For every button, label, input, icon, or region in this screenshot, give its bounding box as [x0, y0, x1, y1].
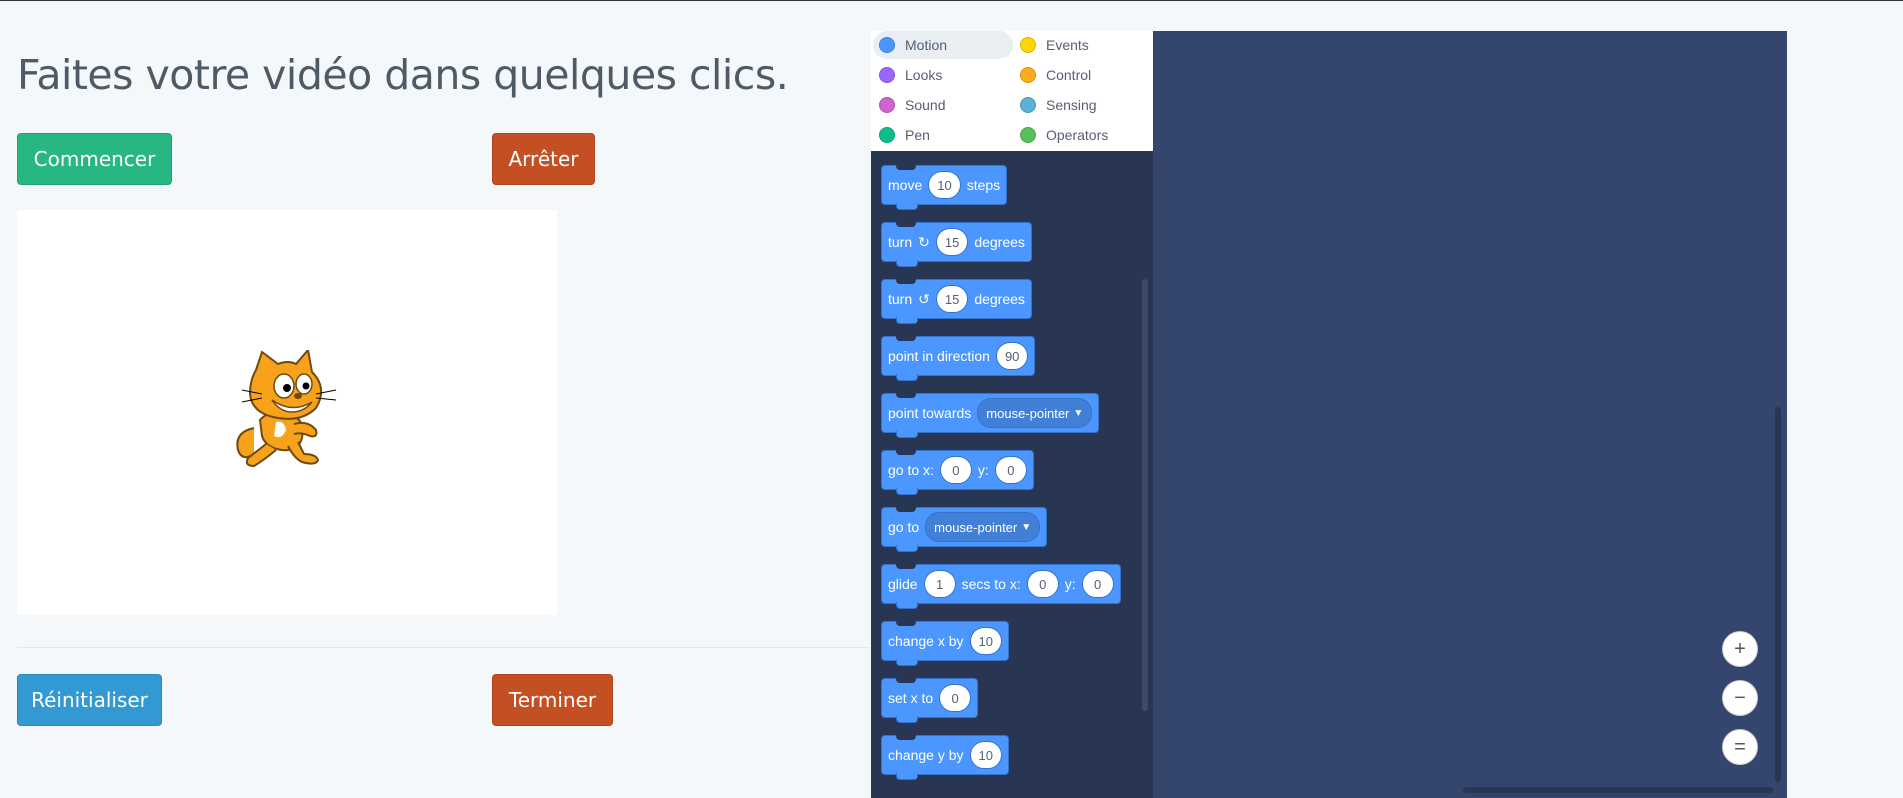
y-input[interactable]: 0 [994, 456, 1027, 484]
block-text: set x to [888, 690, 934, 706]
dropdown-value: mouse-pointer [986, 405, 1070, 421]
block-text: go to x: [888, 462, 934, 478]
block-text: change x by [888, 633, 964, 649]
palette-scrollbar[interactable] [1142, 279, 1148, 711]
direction-input[interactable]: 90 [995, 342, 1029, 370]
reset-button[interactable]: Réinitialiser [17, 674, 162, 726]
block-glide[interactable]: glide 1 secs to x: 0 y: 0 [881, 564, 1121, 609]
category-label: Looks [905, 67, 943, 83]
sound-dot-icon [879, 97, 895, 113]
zoom-out-icon[interactable]: − [1722, 680, 1758, 716]
block-goto-xy[interactable]: go to x: 0 y: 0 [881, 450, 1034, 495]
category-label: Pen [905, 127, 930, 143]
block-text: secs to x: [961, 576, 1021, 592]
block-turn-right[interactable]: turn ↻ 15 degrees [881, 222, 1032, 267]
scratch-editor: Motion Events Looks Control Sound Sensin… [871, 31, 1787, 798]
category-label: Sensing [1046, 97, 1097, 113]
block-text: move [888, 177, 923, 193]
block-set-x[interactable]: set x to 0 [881, 678, 979, 723]
block-point-direction[interactable]: point in direction 90 [881, 336, 1036, 381]
stop-button[interactable]: Arrêter [492, 133, 595, 185]
block-text: change y by [888, 747, 964, 763]
x-change-input[interactable]: 10 [969, 627, 1002, 655]
start-button[interactable]: Commencer [17, 133, 172, 185]
category-pen[interactable]: Pen [873, 121, 1013, 149]
y-input[interactable]: 0 [1081, 570, 1114, 598]
category-sensing[interactable]: Sensing [1014, 91, 1149, 119]
block-text: y: [977, 462, 989, 478]
x-input[interactable]: 0 [1026, 570, 1059, 598]
category-label: Sound [905, 97, 946, 113]
control-dot-icon [1020, 67, 1036, 83]
block-text: go to [888, 519, 920, 535]
degrees-input[interactable]: 15 [935, 228, 969, 256]
block-change-x[interactable]: change x by 10 [881, 621, 1009, 666]
page-title: Faites votre vidéo dans quelques clics. [17, 51, 789, 99]
operators-dot-icon [1020, 127, 1036, 143]
y-change-input[interactable]: 10 [969, 741, 1002, 769]
block-palette: move 10 steps turn ↻ 15 degrees turn ↺ 1… [871, 151, 1153, 798]
x-input[interactable]: 0 [939, 456, 972, 484]
rotate-right-icon: ↻ [918, 233, 930, 250]
zoom-reset-icon[interactable]: = [1722, 729, 1758, 765]
video-stage [17, 210, 557, 615]
block-turn-left[interactable]: turn ↺ 15 degrees [881, 279, 1032, 324]
motion-dot-icon [879, 37, 895, 53]
category-menu: Motion Events Looks Control Sound Sensin… [871, 31, 1153, 151]
steps-input[interactable]: 10 [928, 171, 961, 199]
block-goto[interactable]: go to mouse-pointer ▼ [881, 507, 1048, 552]
block-text: y: [1064, 576, 1076, 592]
events-dot-icon [1020, 37, 1036, 53]
block-point-towards[interactable]: point towards mouse-pointer ▼ [881, 393, 1100, 438]
caret-down-icon: ▼ [1021, 521, 1032, 533]
block-text: point in direction [888, 348, 990, 364]
workspace-horizontal-scrollbar[interactable] [1463, 787, 1773, 793]
scratch-cat-sprite[interactable] [232, 350, 344, 470]
workspace-vertical-scrollbar[interactable] [1775, 407, 1781, 782]
finish-button[interactable]: Terminer [492, 674, 613, 726]
secs-input[interactable]: 1 [923, 570, 956, 598]
looks-dot-icon [879, 67, 895, 83]
goto-dropdown[interactable]: mouse-pointer ▼ [925, 512, 1041, 542]
block-text: glide [888, 576, 918, 592]
block-move-steps[interactable]: move 10 steps [881, 165, 1008, 210]
block-text: turn [888, 234, 913, 250]
block-text: degrees [974, 291, 1025, 307]
towards-dropdown[interactable]: mouse-pointer ▼ [977, 398, 1093, 428]
category-label: Events [1046, 37, 1089, 53]
category-sound[interactable]: Sound [873, 91, 1013, 119]
block-change-y[interactable]: change y by 10 [881, 735, 1009, 780]
sensing-dot-icon [1020, 97, 1036, 113]
pen-dot-icon [879, 127, 895, 143]
rotate-left-icon: ↺ [918, 290, 930, 307]
block-text: turn [888, 291, 913, 307]
category-label: Operators [1046, 127, 1109, 143]
dropdown-value: mouse-pointer [934, 519, 1018, 535]
block-text: steps [966, 177, 1001, 193]
degrees-input[interactable]: 15 [935, 285, 969, 313]
category-operators[interactable]: Operators [1014, 121, 1149, 149]
block-text: degrees [974, 234, 1025, 250]
category-events[interactable]: Events [1014, 31, 1149, 59]
category-looks[interactable]: Looks [873, 61, 1013, 89]
divider [17, 647, 870, 648]
category-label: Motion [905, 37, 948, 53]
x-set-input[interactable]: 0 [939, 684, 972, 712]
category-label: Control [1046, 67, 1092, 83]
category-motion[interactable]: Motion [873, 31, 1013, 59]
script-workspace[interactable]: + − = [1153, 31, 1787, 798]
zoom-in-icon[interactable]: + [1722, 631, 1758, 667]
category-control[interactable]: Control [1014, 61, 1149, 89]
caret-down-icon: ▼ [1073, 407, 1084, 419]
block-text: point towards [888, 405, 972, 421]
